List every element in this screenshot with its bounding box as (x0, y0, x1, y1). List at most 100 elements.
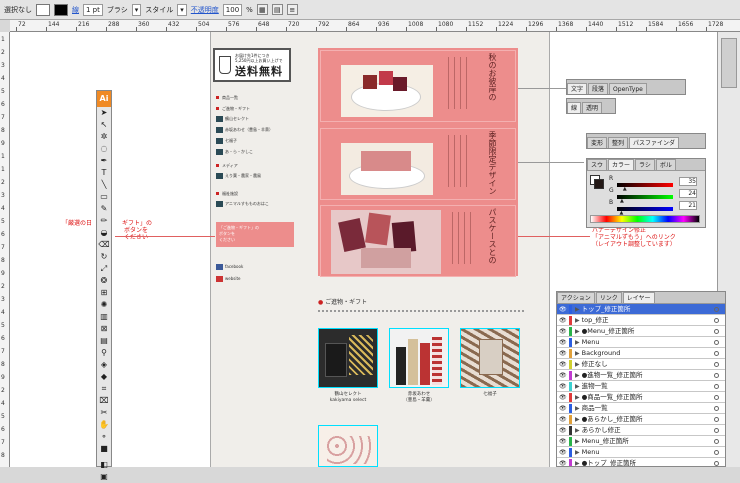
lasso-icon[interactable]: ◌ (97, 143, 111, 155)
layer-row[interactable]: 👁 ▶ 修正なし (557, 359, 725, 370)
target-circle-icon[interactable] (714, 362, 719, 367)
layer-row[interactable]: 👁 ▶ Background (557, 348, 725, 359)
visibility-eye-icon[interactable]: 👁 (559, 361, 568, 368)
nav-website[interactable]: website (216, 276, 241, 282)
layer-row[interactable]: 👁 ▶ ●進物一覧_修正箇所 (557, 370, 725, 381)
visibility-eye-icon[interactable]: 👁 (559, 339, 568, 346)
target-circle-icon[interactable] (714, 461, 719, 466)
product-kakiyama[interactable] (318, 328, 378, 388)
target-circle-icon[interactable] (714, 340, 719, 345)
expand-triangle-icon[interactable]: ▶ (575, 372, 580, 379)
tab-links[interactable]: リンク (595, 292, 622, 303)
screen-mode-icon[interactable]: ▣ (97, 471, 111, 483)
rotate-tool-icon[interactable]: ↻ (97, 251, 111, 263)
g-slider[interactable] (617, 195, 673, 199)
visibility-eye-icon[interactable]: 👁 (559, 405, 568, 412)
layer-row[interactable]: 👁 ▶ ●トップ_修正箇所 (557, 458, 725, 466)
stroke-weight-field[interactable]: 1 pt (83, 3, 103, 16)
visibility-eye-icon[interactable]: 👁 (559, 372, 568, 379)
warp-tool-icon[interactable]: ❂ (97, 275, 111, 287)
eyedropper-icon[interactable]: ⚲ (97, 347, 111, 359)
target-circle-icon[interactable] (714, 373, 719, 378)
style-dropdown[interactable]: ▾ (177, 3, 187, 16)
layer-row[interactable]: 👁 ▶ top_修正 (557, 315, 725, 326)
layer-row[interactable]: 👁 ▶ あらかし修正 (557, 425, 725, 436)
hand-tool-icon[interactable]: ✋ (97, 419, 111, 431)
tab-paragraph[interactable]: 段落 (588, 83, 609, 94)
direct-selection-tool-icon[interactable]: ↖ (97, 119, 111, 131)
slice-tool-icon[interactable]: ⌧ (97, 395, 111, 407)
target-circle-icon[interactable] (714, 351, 719, 356)
nav-products[interactable]: 商品一覧 (216, 95, 238, 101)
arrange-icon[interactable]: ▤ (271, 4, 283, 15)
opacity-link[interactable]: 不透明度 (191, 5, 219, 15)
layer-row[interactable]: 👁 ▶ ●Menu_修正箇所 (557, 326, 725, 337)
visibility-eye-icon[interactable]: 👁 (559, 394, 568, 401)
layer-row[interactable]: 👁 ▶ 進物一覧 (557, 381, 725, 392)
target-circle-icon[interactable] (714, 439, 719, 444)
target-circle-icon[interactable] (714, 307, 719, 312)
b-slider[interactable] (617, 207, 673, 211)
graph-tool-icon[interactable]: ▥ (97, 311, 111, 323)
selection-tool-icon[interactable]: ➤ (97, 107, 111, 119)
tab-character[interactable]: 文字 (567, 83, 588, 94)
layer-row[interactable]: 👁 ▶ ●あらかし_修正箇所 (557, 414, 725, 425)
expand-triangle-icon[interactable]: ▶ (575, 449, 580, 456)
target-circle-icon[interactable] (714, 406, 719, 411)
expand-triangle-icon[interactable]: ▶ (575, 383, 580, 390)
symbol-sprayer-icon[interactable]: ✺ (97, 299, 111, 311)
rectangle-tool-icon[interactable]: ▭ (97, 191, 111, 203)
target-circle-icon[interactable] (714, 428, 719, 433)
visibility-eye-icon[interactable]: 👁 (559, 317, 568, 324)
pencil-tool-icon[interactable]: ✏ (97, 215, 111, 227)
layer-row[interactable]: 👁 ▶ Menu (557, 337, 725, 348)
stroke-link[interactable]: 線 (72, 5, 79, 15)
brush-tool-icon[interactable]: ✎ (97, 203, 111, 215)
tab-transparency[interactable]: 透明 (582, 102, 603, 113)
expand-triangle-icon[interactable]: ▶ (575, 405, 580, 412)
product-akasaka[interactable] (389, 328, 449, 388)
expand-triangle-icon[interactable]: ▶ (575, 361, 580, 368)
visibility-eye-icon[interactable]: 👁 (559, 416, 568, 423)
line-tool-icon[interactable]: ╲ (97, 179, 111, 191)
target-circle-icon[interactable] (714, 450, 719, 455)
tab-stroke[interactable]: 線 (567, 102, 582, 113)
visibility-eye-icon[interactable]: 👁 (559, 460, 568, 466)
color-mode-icon[interactable]: ◧ (97, 459, 111, 471)
nav-shop-item[interactable]: アニマルすもものおはこ (216, 201, 269, 207)
mesh-tool-icon[interactable]: ⊠ (97, 323, 111, 335)
expand-triangle-icon[interactable]: ▶ (575, 427, 580, 434)
scissors-icon[interactable]: ✂ (97, 407, 111, 419)
g-slider-thumb[interactable]: ▲ (620, 198, 624, 204)
target-circle-icon[interactable] (714, 384, 719, 389)
visibility-eye-icon[interactable]: 👁 (559, 449, 568, 456)
g-value[interactable]: 24 (679, 189, 697, 198)
visibility-eye-icon[interactable]: 👁 (559, 350, 568, 357)
fill-swatch[interactable] (36, 3, 50, 16)
target-circle-icon[interactable] (714, 395, 719, 400)
nav-gift-item[interactable]: 鶴山セレクト (216, 116, 249, 122)
visibility-eye-icon[interactable]: 👁 (559, 306, 568, 313)
tab-pathfinder[interactable]: パスファインダ (629, 137, 680, 148)
product-arakashiko[interactable] (318, 425, 378, 467)
tab-actions[interactable]: アクション (557, 292, 595, 303)
free-transform-icon[interactable]: ⊞ (97, 287, 111, 299)
opacity-field[interactable]: 100 (222, 3, 243, 16)
live-paint-icon[interactable]: ◆ (97, 371, 111, 383)
nav-gift-more[interactable]: あ・ら・かしこ (216, 149, 253, 155)
visibility-eye-icon[interactable]: 👁 (559, 328, 568, 335)
product-nanafukuko[interactable] (460, 328, 520, 388)
visibility-eye-icon[interactable]: 👁 (559, 427, 568, 434)
visibility-eye-icon[interactable]: 👁 (559, 438, 568, 445)
layer-row[interactable]: 👁 ▶ ●商品一覧_修正箇所 (557, 392, 725, 403)
magic-wand-icon[interactable]: ✲ (97, 131, 111, 143)
blob-brush-icon[interactable]: ◒ (97, 227, 111, 239)
r-slider-thumb[interactable]: ▲ (623, 186, 627, 192)
stroke-swatch[interactable] (54, 3, 68, 16)
expand-triangle-icon[interactable]: ▶ (575, 350, 580, 357)
tab-brushes[interactable]: ラシ (635, 159, 655, 170)
gradient-tool-icon[interactable]: ▤ (97, 335, 111, 347)
blend-tool-icon[interactable]: ◈ (97, 359, 111, 371)
expand-triangle-icon[interactable]: ▶ (575, 394, 580, 401)
b-value[interactable]: 21 (679, 201, 697, 210)
